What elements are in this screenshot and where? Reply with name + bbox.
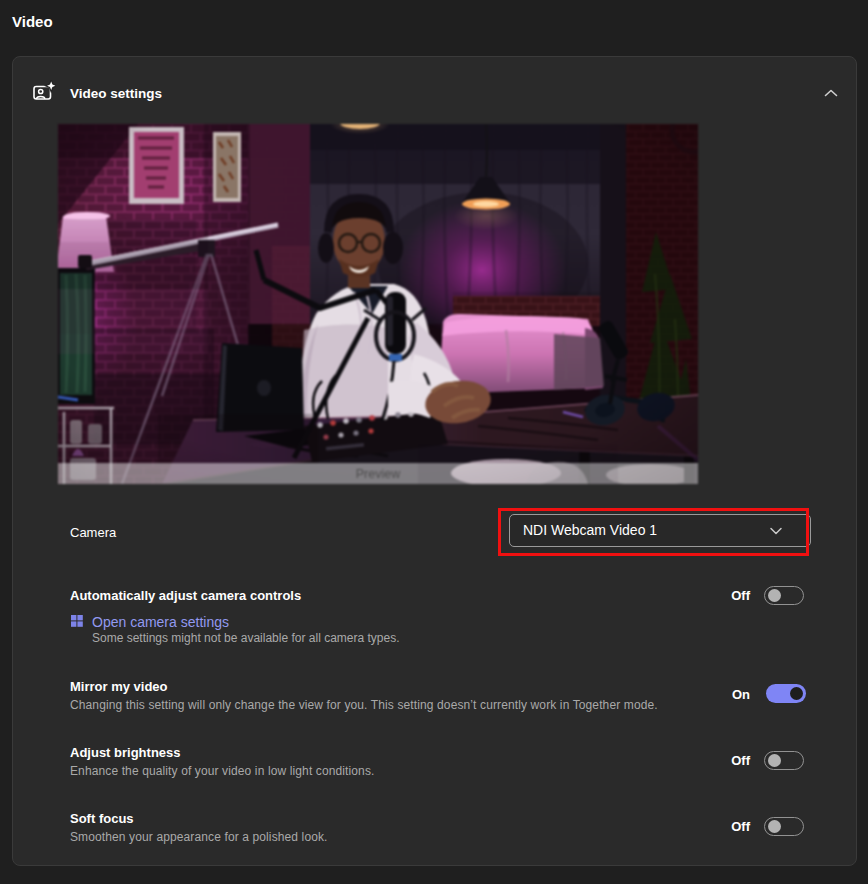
- svg-text:Preview: Preview: [356, 467, 401, 481]
